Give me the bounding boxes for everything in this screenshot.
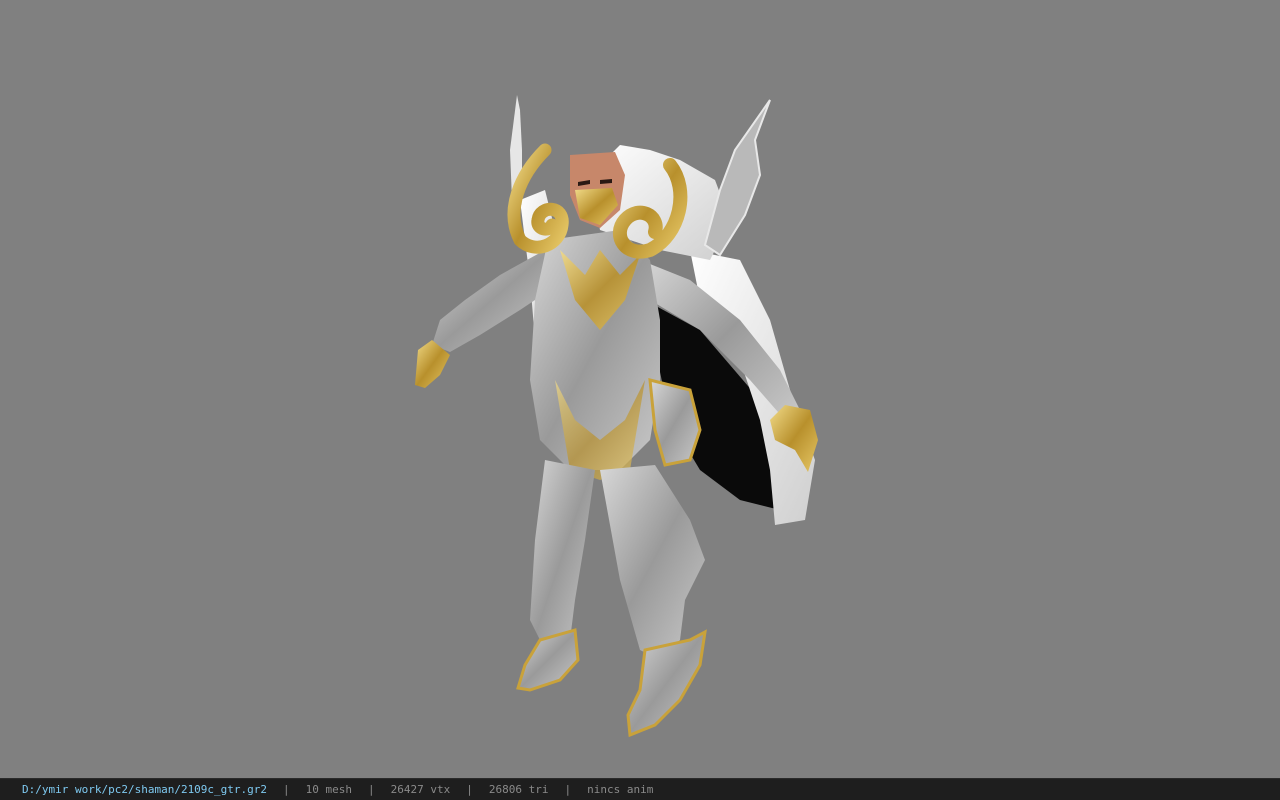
separator: | (564, 783, 572, 796)
separator: | (283, 783, 290, 796)
separator: | (368, 783, 375, 796)
leg-left (530, 460, 595, 650)
status-bar: D:/ymir work/pc2/shaman/2109c_gtr.gr2 | … (0, 778, 1280, 800)
mesh-count: 10 mesh (305, 783, 353, 796)
separator: | (466, 783, 473, 796)
boot-left (516, 628, 580, 692)
file-path: D:/ymir work/pc2/shaman/2109c_gtr.gr2 (22, 783, 268, 796)
animation-status: nincs anim (587, 783, 654, 796)
character-model-render[interactable] (0, 0, 1280, 778)
arm-left (432, 250, 550, 352)
vertex-count: 26427 vtx (390, 783, 451, 796)
leg-right (600, 465, 705, 660)
triangle-count: 26806 tri (488, 783, 549, 796)
wing-right (703, 99, 771, 257)
model-viewport[interactable] (0, 0, 1280, 778)
